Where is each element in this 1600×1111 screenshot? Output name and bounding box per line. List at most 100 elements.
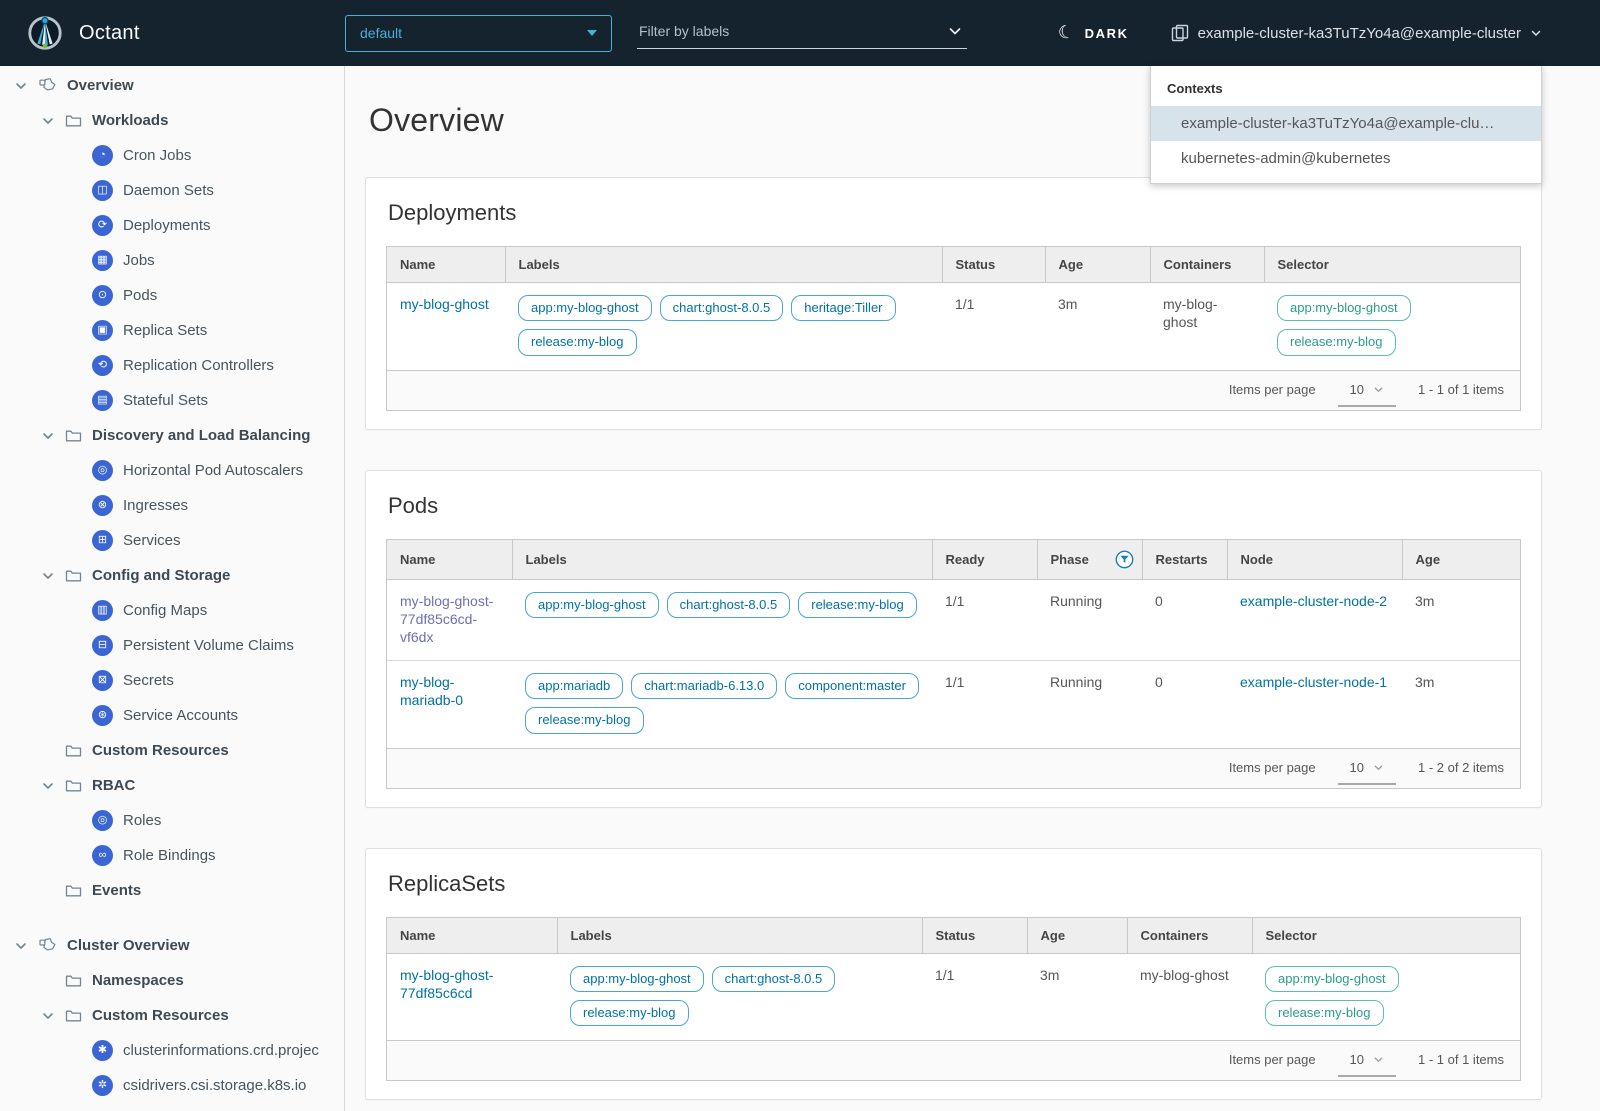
context-selector[interactable]: example-cluster-ka3TuTzYo4a@example-clus… (1171, 24, 1542, 42)
cell-text: 1/1 (935, 966, 955, 983)
sidebar-item-label: Services (123, 532, 181, 549)
label-pill: component:master (785, 673, 919, 700)
page-size-select[interactable]: 10 (1337, 1052, 1397, 1078)
page-size-select[interactable]: 10 (1337, 760, 1397, 785)
sidebar-item-label: Stateful Sets (123, 392, 209, 409)
column-header-label: Ready (945, 551, 985, 567)
resource-icon: ⊙ (92, 285, 113, 306)
sidebar-item-overview[interactable]: Overview (0, 68, 344, 103)
sidebar-item-label: Replication Controllers (123, 357, 274, 374)
theme-toggle-label: DARK (1084, 25, 1129, 41)
sidebar-item-jobs[interactable]: ▦ Jobs (0, 243, 344, 278)
column-header-phase: Phase (1036, 539, 1142, 580)
chevron-down-icon[interactable] (41, 569, 55, 583)
sidebar-item-namespaces[interactable]: Namespaces (0, 963, 344, 998)
cell-text: my-blog-ghost (1163, 296, 1218, 331)
sidebar-item-config-maps[interactable]: ▥ Config Maps (0, 593, 344, 628)
table-cell: app:my-blog-ghost chart:ghost-8.0.5 herita… (505, 283, 942, 370)
resource-link[interactable]: my-blog-ghost-77df85c6cd-vf6dx (400, 592, 499, 647)
namespace-select[interactable]: default (345, 14, 612, 52)
column-header-label: Selector (1265, 927, 1317, 943)
sidebar-item-config-and-storage[interactable]: Config and Storage (0, 558, 344, 593)
sidebar-item-clusterinformations-crd-projec[interactable]: ✱ clusterinformations.crd.projec (0, 1033, 344, 1068)
sidebar-item-label: RBAC (92, 777, 136, 794)
filter-icon[interactable] (1115, 550, 1134, 569)
sidebar-item-stateful-sets[interactable]: ▤ Stateful Sets (0, 383, 344, 418)
resource-icon: ⊛ (92, 705, 113, 726)
cards: Deployments Name Labels Status Age Containers… (365, 177, 1542, 1111)
contexts-dropdown: Contexts example-cluster-ka3TuTzYo4a@exa… (1150, 66, 1542, 184)
column-header-label: Name (400, 551, 436, 567)
label-pills: app:my-blog-ghost chart:ghost-8.0.5 releas… (525, 591, 919, 618)
sidebar-item-label: Custom Resources (92, 742, 229, 759)
column-header-label: Selector (1277, 257, 1329, 272)
table-cell: app:my-blog-ghost release:my-blog (1264, 283, 1520, 370)
chevron-down-icon (1373, 762, 1384, 773)
sidebar-item-service-accounts[interactable]: ⊛ Service Accounts (0, 698, 344, 733)
sidebar-item-replica-sets[interactable]: ▣ Replica Sets (0, 313, 344, 348)
resource-link[interactable]: example-cluster-node-2 (1240, 592, 1387, 610)
sidebar-item-services[interactable]: ⊞ Services (0, 523, 344, 558)
page-size-select[interactable]: 10 (1337, 382, 1397, 407)
chevron-down-icon[interactable] (41, 429, 55, 443)
sidebar-item-cluster-overview[interactable]: Cluster Overview (0, 928, 344, 963)
card-title: Deployments (388, 200, 517, 225)
sidebar-item-events[interactable]: Events (0, 873, 344, 908)
table-cell: app:my-blog-ghost chart:ghost-8.0.5 releas… (557, 953, 922, 1040)
cell-text: 0 (1155, 674, 1163, 691)
sidebar-item-custom-resources[interactable]: Custom Resources (0, 998, 344, 1033)
sidebar-item-workloads[interactable]: Workloads (0, 103, 344, 138)
label-pills: app:my-blog-ghost chart:ghost-8.0.5 releas… (570, 965, 909, 1027)
chevron-down-icon[interactable] (41, 1009, 55, 1023)
context-label: example-cluster-ka3TuTzYo4a@example-clus… (1197, 24, 1521, 42)
sidebar-item-horizontal-pod-autoscalers[interactable]: ◎ Horizontal Pod Autoscalers (0, 453, 344, 488)
column-header-label: Labels (518, 257, 560, 272)
sidebar-item-label: Overview (67, 77, 134, 94)
sidebar-item-role-bindings[interactable]: ∞ Role Bindings (0, 838, 344, 873)
resource-link[interactable]: example-cluster-node-1 (1240, 673, 1387, 691)
sidebar-item-rbac[interactable]: RBAC (0, 768, 344, 803)
chevron-down-icon[interactable] (41, 114, 55, 128)
sidebar-item-label: Workloads (92, 112, 169, 129)
sidebar-item-replication-controllers[interactable]: ⟲ Replication Controllers (0, 348, 344, 383)
sidebar-item-persistent-volume-claims[interactable]: ⊟ Persistent Volume Claims (0, 628, 344, 663)
table-cell: app:my-blog-ghost release:my-blog (1252, 953, 1520, 1040)
sidebar-item-cron-jobs[interactable]: ◔ Cron Jobs (0, 138, 344, 173)
page-size-value: 10 (1349, 1052, 1365, 1068)
sidebar-item-roles[interactable]: ◎ Roles (0, 803, 344, 838)
sidebar-item-daemon-sets[interactable]: ◫ Daemon Sets (0, 173, 344, 208)
chevron-down-icon[interactable] (14, 79, 28, 93)
table-cell: Running (1037, 579, 1142, 661)
pagination-footer: Items per page 10 1 - 2 of 2 items (387, 747, 1520, 788)
chevron-down-icon[interactable] (14, 939, 28, 953)
label-pill: chart:ghost-8.0.5 (659, 295, 784, 322)
label-filter-input[interactable]: Filter by labels (637, 17, 967, 49)
resource-link[interactable]: my-blog-ghost (400, 295, 489, 313)
chevron-down-icon (947, 23, 963, 39)
resource-link[interactable]: my-blog-mariadb-0 (400, 673, 499, 709)
moon-icon: ☾ (1055, 19, 1078, 44)
sidebar-item-custom-resources[interactable]: Custom Resources (0, 733, 344, 768)
theme-toggle[interactable]: ☾ DARK (1056, 20, 1129, 43)
column-header-label: Status (935, 927, 976, 943)
sidebar-item-secrets[interactable]: ⊠ Secrets (0, 663, 344, 698)
label-pill: chart:mariadb-6.13.0 (631, 673, 778, 700)
table-cell: 3m (1402, 579, 1520, 661)
table-header-row: Name Labels Status Age Containers Selector (387, 247, 1520, 283)
sidebar-item-pods[interactable]: ⊙ Pods (0, 278, 344, 313)
sidebar-item-ingresses[interactable]: ⊗ Ingresses (0, 488, 344, 523)
sidebar-item-csidrivers-csi-storage-k8s-io[interactable]: ✲ csidrivers.csi.storage.k8s.io (0, 1068, 344, 1103)
chevron-down-icon[interactable] (41, 779, 55, 793)
table-cell: example-cluster-node-1 (1227, 660, 1402, 748)
sidebar-item-label: Persistent Volume Claims (123, 637, 294, 654)
column-header-labels: Labels (511, 539, 932, 580)
resource-icon: ◔ (92, 145, 113, 166)
sidebar-item-discovery-and-load-balancing[interactable]: Discovery and Load Balancing (0, 418, 344, 453)
resource-icon: ⊗ (92, 495, 113, 516)
sidebar-item-deployments[interactable]: ⟳ Deployments (0, 208, 344, 243)
cell-text: 1/1 (945, 674, 965, 691)
datagrid-pods: Name Labels Ready Phase Restarts Node Age my-bl… (386, 538, 1521, 789)
context-option-example-cluster-ka3tutzyo4a-example-clu[interactable]: example-cluster-ka3TuTzYo4a@example-clu… (1151, 106, 1541, 141)
resource-link[interactable]: my-blog-ghost-77df85c6cd (400, 966, 544, 1002)
context-option-kubernetes-admin-kubernetes[interactable]: kubernetes-admin@kubernetes (1151, 141, 1541, 176)
